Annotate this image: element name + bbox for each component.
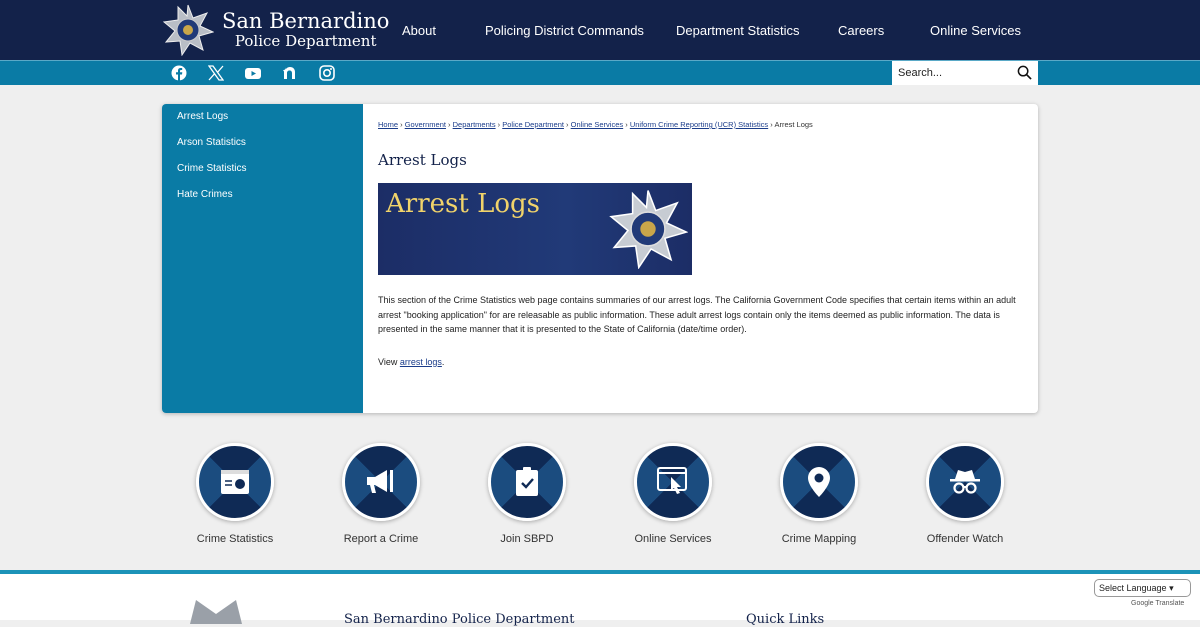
tile-online-services[interactable]: Online Services <box>613 443 733 545</box>
footer: San Bernardino Police Department Quick L… <box>0 570 1200 627</box>
tile-report-a-crime[interactable]: Report a Crime <box>321 443 441 545</box>
facebook-icon[interactable] <box>171 65 187 81</box>
breadcrumb-current: Arrest Logs <box>774 120 813 129</box>
nav-online-services[interactable]: Online Services <box>930 23 1021 38</box>
view-line: View arrest logs. <box>378 355 1024 370</box>
breadcrumb-ucr-statistics[interactable]: Uniform Crime Reporting (UCR) Statistics <box>630 120 768 129</box>
content-card: Arrest Logs Arson Statistics Crime Stati… <box>162 104 1038 413</box>
tile-label: Report a Crime <box>343 533 419 545</box>
sidebar-item-crime-statistics[interactable]: Crime Statistics <box>162 156 363 182</box>
badge-star-icon <box>609 190 688 269</box>
tile-crime-mapping[interactable]: Crime Mapping <box>759 443 879 545</box>
nav-policing-district-commands[interactable]: Policing District Commands <box>485 23 644 38</box>
intro-paragraph: This section of the Crime Statistics web… <box>378 295 1016 334</box>
clipboard-check-icon <box>516 467 538 496</box>
search-placeholder: Search... <box>898 67 943 79</box>
instagram-icon[interactable] <box>319 65 335 81</box>
tile-label: Online Services <box>634 533 712 545</box>
youtube-icon[interactable] <box>245 65 261 81</box>
site-logo[interactable]: San Bernardino Police Department <box>162 4 390 57</box>
tile-label: Offender Watch <box>926 533 1004 545</box>
dashboard-icon <box>221 470 249 494</box>
brand-line1: San Bernardino <box>222 9 390 33</box>
breadcrumb-departments[interactable]: Departments <box>453 120 496 129</box>
sidebar: Arrest Logs Arson Statistics Crime Stati… <box>162 104 363 413</box>
sidebar-item-hate-crimes[interactable]: Hate Crimes <box>162 182 363 208</box>
nav-about[interactable]: About <box>402 23 436 38</box>
sidebar-item-arrest-logs[interactable]: Arrest Logs <box>162 104 363 130</box>
tile-label: Crime Statistics <box>196 533 274 545</box>
breadcrumb: Home › Government › Departments › Police… <box>378 120 813 129</box>
breadcrumb-police-department[interactable]: Police Department <box>502 120 564 129</box>
map-pin-icon <box>808 467 830 497</box>
sidebar-item-arson-statistics[interactable]: Arson Statistics <box>162 130 363 156</box>
language-select-label: Select Language <box>1099 583 1167 593</box>
tile-join-sbpd[interactable]: Join SBPD <box>467 443 587 545</box>
nextdoor-icon[interactable] <box>282 65 298 81</box>
badge-star-icon <box>162 4 215 57</box>
search-input[interactable]: Search... <box>892 61 1038 85</box>
nav-careers[interactable]: Careers <box>838 23 884 38</box>
tile-crime-statistics[interactable]: Crime Statistics <box>175 443 295 545</box>
nav-department-statistics[interactable]: Department Statistics <box>676 23 800 38</box>
footer-badge-icon <box>190 600 242 624</box>
google-translate-credit: Google Translate <box>1131 600 1185 607</box>
tile-offender-watch[interactable]: Offender Watch <box>905 443 1025 545</box>
tile-label: Crime Mapping <box>781 533 857 545</box>
brand-line2: Police Department <box>234 32 377 50</box>
arrest-logs-link[interactable]: arrest logs <box>400 357 442 367</box>
select-language-dropdown[interactable]: Select Language ▾ <box>1094 579 1191 597</box>
megaphone-icon <box>367 470 393 493</box>
search-icon[interactable] <box>1017 65 1032 80</box>
x-icon[interactable] <box>208 65 224 81</box>
breadcrumb-online-services[interactable]: Online Services <box>571 120 624 129</box>
view-prefix: View <box>378 356 400 367</box>
tile-label: Join SBPD <box>500 533 554 545</box>
main-content: Home › Government › Departments › Police… <box>378 104 1024 369</box>
breadcrumb-home[interactable]: Home <box>378 120 398 129</box>
banner-title: Arrest Logs <box>386 189 540 219</box>
page-title: Arrest Logs <box>378 151 467 169</box>
click-browser-icon <box>657 467 687 494</box>
breadcrumb-government[interactable]: Government <box>405 120 446 129</box>
view-suffix: . <box>441 356 445 367</box>
incognito-icon <box>950 470 980 494</box>
header: San Bernardino Police Department About P… <box>0 0 1200 60</box>
arrest-logs-banner: Arrest Logs <box>378 183 692 275</box>
